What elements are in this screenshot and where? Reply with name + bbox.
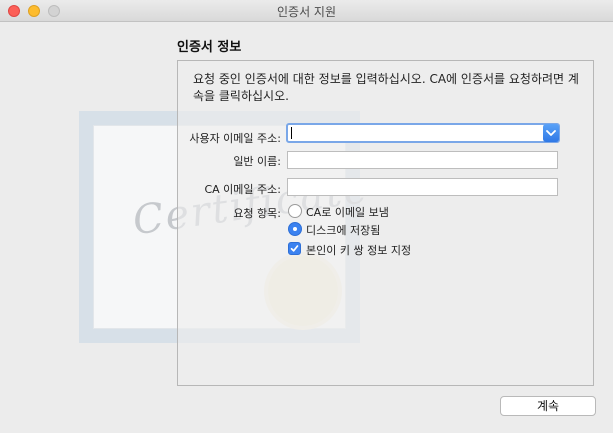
specify-key-pair-checkbox[interactable] [288,242,301,255]
request-label: 요청 항목: [233,207,281,220]
saved-to-disk-label: 디스크에 저장됨 [306,224,381,237]
continue-button[interactable]: 계속 [500,396,596,416]
emailed-to-ca-label: CA로 이메일 보냄 [306,206,389,219]
user-email-label: 사용자 이메일 주소: [189,132,281,145]
checkmark-icon [290,245,299,252]
email-dropdown-button[interactable] [543,124,559,142]
saved-to-disk-radio[interactable] [288,222,302,236]
title-bar: 인증서 지원 [0,0,613,22]
section-title: 인증서 정보 [177,40,242,55]
emailed-to-ca-radio[interactable] [288,204,302,218]
ca-email-field[interactable] [287,178,558,196]
chevron-down-icon [546,130,556,136]
window-title: 인증서 지원 [276,5,336,19]
user-email-combobox[interactable] [286,123,560,143]
ca-email-label: CA 이메일 주소: [204,183,281,196]
common-name-label: 일반 이름: [233,155,281,168]
specify-key-pair-label: 본인이 키 쌍 정보 지정 [306,244,412,257]
description-text: 요청 중인 인증서에 대한 정보를 입력하십시오. CA에 인증서를 요청하려면… [193,72,579,103]
text-cursor [291,127,292,139]
info-panel [177,60,594,386]
common-name-field[interactable] [287,151,558,169]
